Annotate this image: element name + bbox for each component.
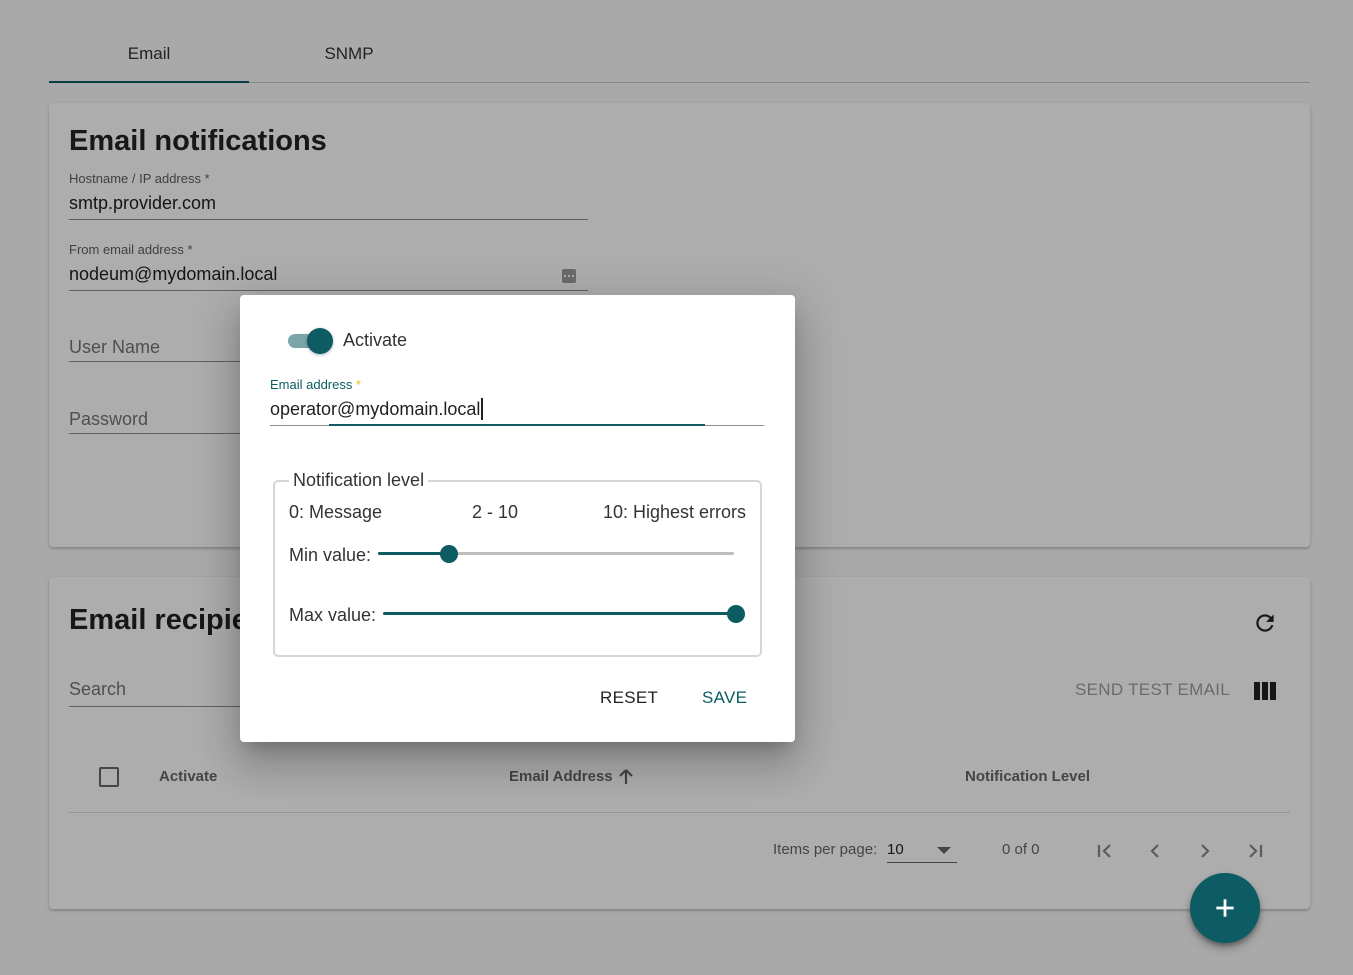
save-button[interactable]: SAVE	[702, 688, 747, 708]
max-value-label: Max value:	[289, 605, 377, 625]
activate-toggle[interactable]	[288, 327, 334, 355]
add-icon	[1216, 899, 1234, 917]
page: Email SNMP Email notifications Hostname …	[0, 0, 1353, 975]
required-marker: *	[356, 377, 362, 392]
email-address-field[interactable]: Email address * operator@mydomain.local	[270, 377, 764, 426]
email-address-label: Email address *	[270, 377, 362, 392]
range-readout: 2 - 10	[472, 502, 519, 522]
focus-underline	[329, 424, 705, 426]
scale-min-label: 0: Message	[289, 502, 383, 522]
max-value-slider[interactable]	[383, 605, 745, 623]
slider-thumb[interactable]	[440, 545, 459, 563]
min-value-label: Min value:	[289, 545, 372, 565]
notification-level-group: Notification level 0: Message 2 - 10 10:…	[273, 470, 762, 657]
add-recipient-button[interactable]	[1190, 873, 1260, 943]
slider-fill	[378, 552, 450, 555]
slider-fill	[383, 612, 736, 615]
recipient-dialog: Activate Email address * operator@mydoma…	[240, 295, 795, 742]
activate-label: Activate	[343, 330, 408, 350]
slider-thumb[interactable]	[727, 605, 745, 623]
min-value-slider[interactable]	[378, 545, 734, 563]
reset-button[interactable]: RESET	[600, 688, 658, 708]
toggle-thumb	[307, 328, 333, 354]
email-address-value[interactable]: operator@mydomain.local	[270, 398, 484, 420]
notification-level-legend: Notification level	[289, 470, 429, 491]
scale-max-label: 10: Highest errors	[602, 502, 746, 522]
